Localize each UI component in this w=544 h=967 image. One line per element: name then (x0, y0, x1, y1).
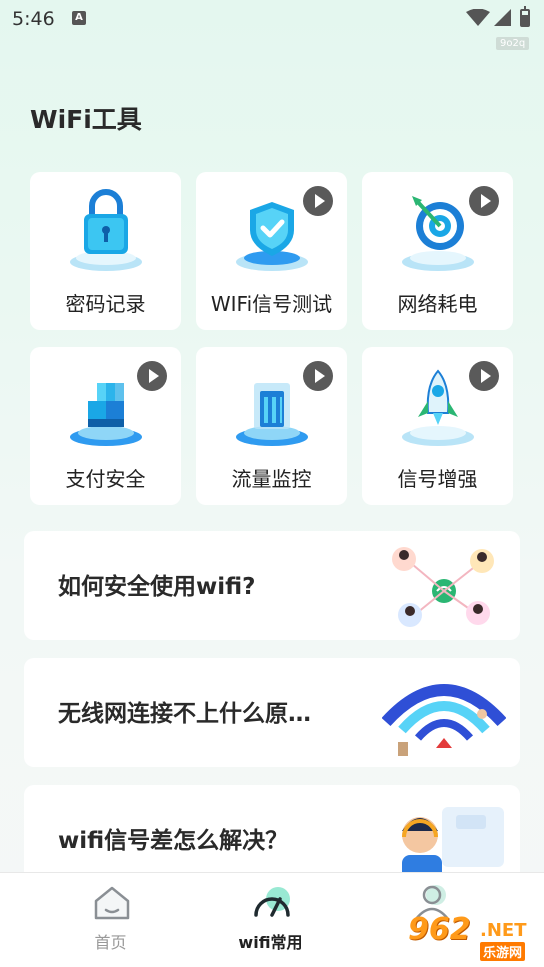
people-network-illustration-icon (392, 547, 494, 627)
tool-card-power[interactable]: 网络耗电 (362, 172, 513, 330)
tool-card-traffic[interactable]: 流量监控 (196, 347, 347, 505)
tool-card-payment[interactable]: 支付安全 (30, 347, 181, 505)
watermark-logo: 962 .NET 乐游网 (408, 912, 527, 961)
shield-check-icon (236, 202, 308, 271)
article-card-safe-wifi[interactable]: 如何安全使用wifi? (24, 531, 520, 640)
home-icon (94, 886, 130, 920)
page-title: WiFi工具 (30, 105, 142, 134)
video-play-icon[interactable] (137, 361, 167, 391)
nav-item-wifi-common[interactable]: wifi常用 (180, 873, 361, 967)
tool-card-password[interactable]: 密码记录 (30, 172, 181, 330)
video-play-icon[interactable] (469, 361, 499, 391)
tool-label: 信号增强 (397, 467, 478, 491)
article-card-cannot-connect[interactable]: 无线网连接不上什么原… (24, 658, 520, 767)
tool-label: WIFi信号测试 (210, 292, 333, 316)
tool-label: 流量监控 (231, 467, 312, 491)
nav-item-home[interactable]: 首页 (20, 873, 201, 967)
tool-label: 网络耗电 (397, 292, 478, 316)
video-play-icon[interactable] (303, 361, 333, 391)
tool-label: 支付安全 (65, 467, 146, 491)
cell-signal-icon (494, 9, 511, 26)
battery-icon (520, 6, 530, 27)
wifi-signal-icon (466, 9, 490, 26)
video-play-icon[interactable] (303, 186, 333, 216)
article-title: 如何安全使用wifi? (58, 574, 256, 600)
tool-label: 密码记录 (65, 292, 146, 316)
nav-label: 首页 (94, 933, 127, 952)
status-time: 5:46 (12, 8, 55, 30)
nav-label: wifi常用 (238, 933, 303, 952)
video-play-icon[interactable] (469, 186, 499, 216)
wifi-arc-illustration-icon (382, 684, 506, 756)
lock-shield-icon (70, 189, 142, 271)
speedometer-icon (254, 887, 290, 917)
target-icon (402, 196, 474, 271)
tool-card-signal-test[interactable]: WIFi信号测试 (196, 172, 347, 330)
tool-card-boost[interactable]: 信号增强 (362, 347, 513, 505)
article-title: wifi信号差怎么解决？ (58, 828, 289, 854)
cube-stack-icon (70, 383, 142, 446)
status-bar: 5:46 A (0, 0, 544, 38)
watermark-tag: 9o2q (496, 37, 530, 50)
rocket-icon (402, 369, 474, 446)
notification-icon: A (72, 11, 86, 25)
article-title: 无线网连接不上什么原… (58, 701, 311, 727)
server-box-icon (236, 383, 308, 446)
